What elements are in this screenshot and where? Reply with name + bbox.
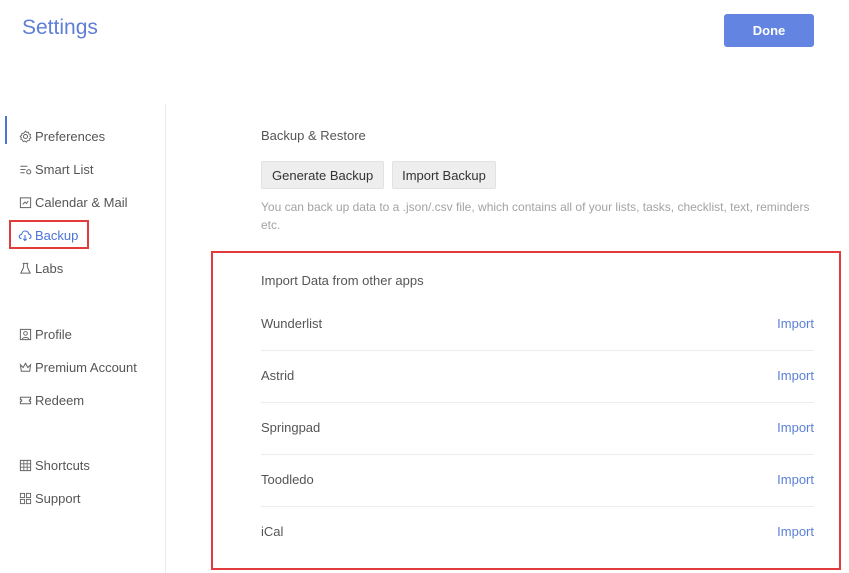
sidebar-item-shortcuts[interactable]: Shortcuts xyxy=(18,454,90,476)
sidebar-item-profile[interactable]: Profile xyxy=(18,323,72,345)
sidebar-item-label: Preferences xyxy=(35,128,106,144)
settings-page: Settings Done Preferences Smart List Cal… xyxy=(0,0,849,573)
import-section-title: Import Data from other apps xyxy=(261,273,424,288)
sidebar-item-calendar-mail[interactable]: Calendar & Mail xyxy=(18,191,128,213)
import-link[interactable]: Import xyxy=(777,420,814,435)
app-name: Astrid xyxy=(261,368,295,383)
sidebar-item-support[interactable]: Support xyxy=(18,487,81,509)
sidebar-item-labs[interactable]: Labs xyxy=(18,257,63,279)
sidebar-item-label: Premium Account xyxy=(35,359,137,375)
sidebar-item-preferences[interactable]: Preferences xyxy=(18,125,105,147)
sidebar-item-redeem[interactable]: Redeem xyxy=(18,389,84,411)
sidebar-item-label: Profile xyxy=(35,326,72,342)
backup-hint-text: You can back up data to a .json/.csv fil… xyxy=(261,200,810,232)
sidebar-item-premium-account[interactable]: Premium Account xyxy=(18,356,137,378)
backup-highlight-box xyxy=(9,220,89,249)
keyboard-icon xyxy=(18,458,32,472)
import-row-wunderlist: Wunderlist Import xyxy=(261,299,814,351)
flask-icon xyxy=(18,261,32,275)
import-backup-button[interactable]: Import Backup xyxy=(392,161,496,189)
generate-backup-button[interactable]: Generate Backup xyxy=(261,161,385,189)
sidebar-item-label: Calendar & Mail xyxy=(35,194,128,210)
import-link[interactable]: Import xyxy=(777,316,814,331)
import-row-astrid: Astrid Import xyxy=(261,351,814,403)
app-name: Springpad xyxy=(261,420,321,435)
ticket-icon xyxy=(18,393,32,407)
calendar-icon xyxy=(18,195,32,209)
grid-icon xyxy=(18,491,32,505)
backup-restore-title: Backup & Restore xyxy=(261,128,366,143)
import-row-springpad: Springpad Import xyxy=(261,403,814,455)
gear-icon xyxy=(18,129,32,143)
app-name: Wunderlist xyxy=(261,316,323,331)
sidebar-item-smart-list[interactable]: Smart List xyxy=(18,158,94,180)
import-row-ical: iCal Import xyxy=(261,507,814,559)
sidebar-item-label: Smart List xyxy=(35,161,94,177)
import-link[interactable]: Import xyxy=(777,524,814,539)
crown-icon xyxy=(18,360,32,374)
page-title: Settings xyxy=(22,16,98,39)
done-button[interactable]: Done xyxy=(724,14,814,47)
app-name: iCal xyxy=(261,524,284,539)
import-row-toodledo: Toodledo Import xyxy=(261,455,814,507)
smart-list-icon xyxy=(18,162,32,176)
import-link[interactable]: Import xyxy=(777,472,814,487)
active-indicator xyxy=(5,116,7,144)
app-name: Toodledo xyxy=(261,472,314,487)
sidebar-item-label: Redeem xyxy=(35,392,85,408)
profile-icon xyxy=(18,327,32,341)
sidebar-item-label: Shortcuts xyxy=(35,457,90,473)
sidebar-item-label: Labs xyxy=(35,260,64,276)
sidebar-item-label: Support xyxy=(35,490,81,506)
import-link[interactable]: Import xyxy=(777,368,814,383)
